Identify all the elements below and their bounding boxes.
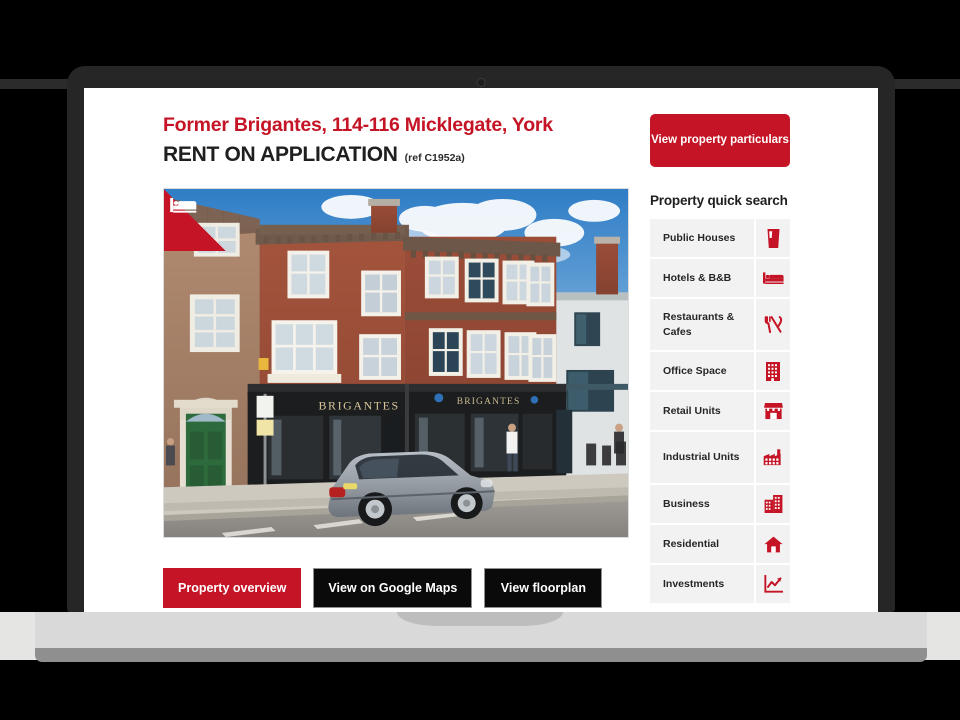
quick-search-list: Public Houses Hotels & B&B Restaurants &…	[650, 219, 790, 603]
laptop-base-lip	[35, 648, 927, 662]
quick-search-item-office-space[interactable]: Office Space	[650, 352, 790, 390]
pint-glass-icon	[754, 219, 790, 257]
office-block-icon	[754, 352, 790, 390]
quick-search-label: Investments	[650, 565, 754, 603]
property-overview-button[interactable]: Property overview	[163, 568, 302, 608]
quick-search-item-residential[interactable]: Residential	[650, 525, 790, 563]
view-property-particulars-button[interactable]: View property particulars	[650, 114, 790, 167]
quick-search-label: Hotels & B&B	[650, 259, 754, 297]
quick-search-label: Public Houses	[650, 219, 754, 257]
quick-search-label: Office Space	[650, 352, 754, 390]
line-chart-icon	[754, 565, 790, 603]
webpage: Former Brigantes, 114-116 Micklegate, Yo…	[84, 88, 878, 612]
property-quick-search-heading: Property quick search	[650, 193, 788, 208]
laptop-base-notch	[397, 612, 563, 626]
svg-text:BRIGANTES: BRIGANTES	[457, 397, 521, 407]
bed-icon	[170, 198, 197, 214]
quick-search-label: Restaurants & Cafes	[650, 299, 754, 350]
quick-search-item-public-houses[interactable]: Public Houses	[650, 219, 790, 257]
price-line: RENT ON APPLICATION (ref C1952a)	[163, 143, 633, 167]
hotels-ribbon	[164, 189, 226, 252]
quick-search-label: Industrial Units	[650, 432, 754, 483]
price-text: RENT ON APPLICATION	[163, 143, 398, 167]
quick-search-item-hotels-bb[interactable]: Hotels & B&B	[650, 259, 790, 297]
property-photo[interactable]: BRIGANTES BRIGANTES	[163, 188, 629, 539]
bed-icon	[754, 259, 790, 297]
factory-icon	[754, 432, 790, 483]
sidebar: View property particulars Property quick…	[650, 88, 790, 605]
house-icon	[754, 525, 790, 563]
shop-awning-icon	[754, 392, 790, 430]
quick-search-label: Residential	[650, 525, 754, 563]
page-title: Former Brigantes, 114-116 Micklegate, Yo…	[163, 114, 553, 136]
buildings-icon	[754, 485, 790, 523]
svg-text:BRIGANTES: BRIGANTES	[319, 399, 400, 413]
quick-search-label: Retail Units	[650, 392, 754, 430]
quick-search-item-business[interactable]: Business	[650, 485, 790, 523]
view-floorplan-button[interactable]: View floorplan	[484, 568, 603, 608]
screenshot-stage: Former Brigantes, 114-116 Micklegate, Yo…	[0, 0, 960, 720]
quick-search-item-industrial-units[interactable]: Industrial Units	[650, 432, 790, 483]
cutlery-icon	[754, 299, 790, 350]
main-column: Former Brigantes, 114-116 Micklegate, Yo…	[163, 88, 633, 539]
property-photo-image: BRIGANTES BRIGANTES	[164, 189, 628, 538]
view-on-google-maps-button[interactable]: View on Google Maps	[313, 568, 473, 608]
quick-search-item-restaurants-cafes[interactable]: Restaurants & Cafes	[650, 299, 790, 350]
quick-search-label: Business	[650, 485, 754, 523]
laptop-screen: Former Brigantes, 114-116 Micklegate, Yo…	[84, 88, 878, 612]
camera-dot-icon	[476, 78, 486, 87]
quick-search-item-investments[interactable]: Investments	[650, 565, 790, 603]
pedestrian	[165, 438, 175, 466]
cta-button-row: Property overview View on Google Maps Vi…	[163, 568, 603, 608]
quick-search-item-retail-units[interactable]: Retail Units	[650, 392, 790, 430]
reference-text: (ref C1952a)	[404, 152, 465, 165]
